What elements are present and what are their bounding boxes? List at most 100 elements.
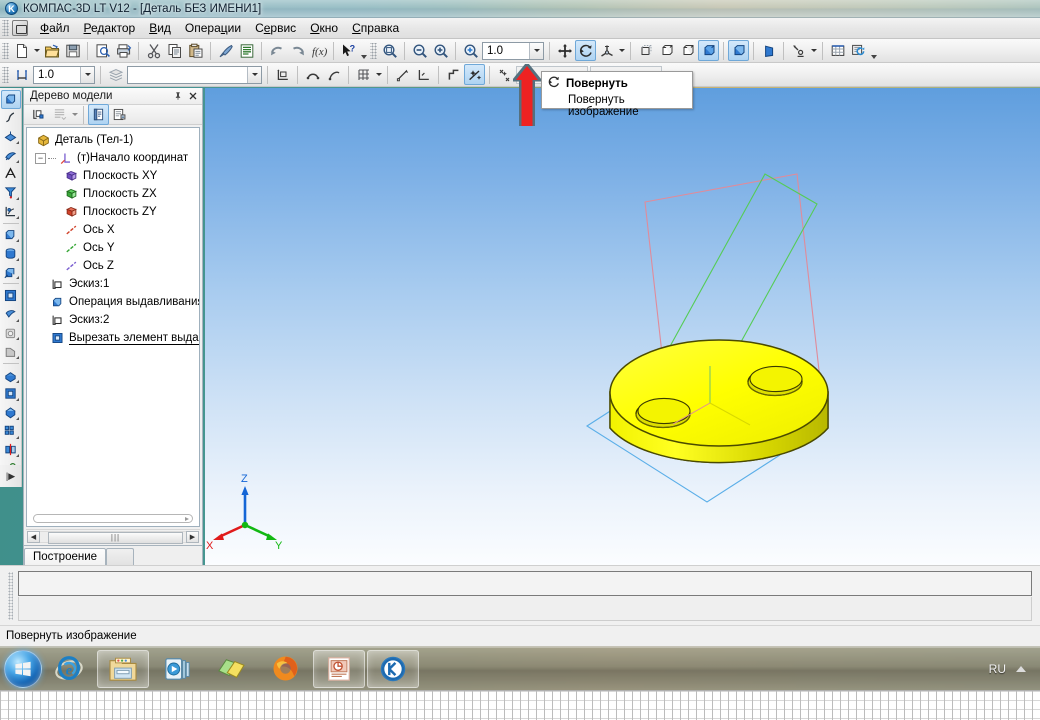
zoom-in-button[interactable]: [430, 40, 451, 61]
triangle-up-icon[interactable]: [1016, 665, 1026, 672]
tree-structure-view-button[interactable]: [109, 104, 130, 125]
global-snaps-button[interactable]: [464, 64, 485, 85]
print-preview-button[interactable]: [92, 40, 113, 61]
taskbar-kompas-3d[interactable]: [367, 649, 419, 688]
start-button[interactable]: [4, 649, 42, 688]
menubar-grip[interactable]: [2, 20, 9, 36]
ortho-button[interactable]: [443, 64, 464, 85]
tree-model-view-button[interactable]: [88, 104, 109, 125]
toolbar-standard-grip[interactable]: [2, 42, 9, 59]
rebuild-button[interactable]: [848, 40, 869, 61]
properties-button[interactable]: [236, 40, 257, 61]
grid-dropdown[interactable]: [374, 64, 383, 85]
tree-expander-collapse[interactable]: −: [35, 152, 46, 164]
tree-inner-horizontal-scrollbar[interactable]: [33, 514, 193, 523]
compact-panel-expand-button[interactable]: |▶: [0, 465, 22, 487]
toolbar-view-overflow[interactable]: [869, 41, 878, 61]
dimension-button[interactable]: [1, 165, 21, 184]
forbid-snaps-button[interactable]: [494, 64, 515, 85]
tree-item-plane-zx[interactable]: Плоскость ZX: [27, 185, 199, 203]
shaded-button[interactable]: [728, 40, 749, 61]
cut-button[interactable]: [143, 40, 164, 61]
array-button[interactable]: [1, 422, 21, 441]
orientation-dropdown[interactable]: [617, 40, 626, 61]
geometry-button[interactable]: [0, 90, 21, 109]
zoom-window-button[interactable]: [379, 40, 400, 61]
tree-filter-button[interactable]: [49, 104, 70, 125]
taskbar-firefox[interactable]: [259, 650, 311, 688]
tree-item-cut-extrude[interactable]: Вырезать элемент выдав.: [27, 329, 199, 347]
shell-cut-button[interactable]: [1, 403, 21, 422]
menu-operations[interactable]: Операции: [178, 19, 248, 37]
format-painter-button[interactable]: [215, 40, 236, 61]
local-cs-button[interactable]: [272, 64, 293, 85]
redo-button[interactable]: [287, 40, 308, 61]
tree-filter-dropdown[interactable]: [70, 104, 79, 125]
parametrize-button[interactable]: [302, 64, 323, 85]
menu-service[interactable]: Сервис: [248, 19, 303, 37]
surface-button[interactable]: [1, 127, 21, 146]
rotate-button[interactable]: [575, 40, 596, 61]
model-tree-list[interactable]: Деталь (Тел-1) − (т)Начало координат Пло…: [26, 127, 200, 527]
spline-button[interactable]: [1, 109, 21, 128]
tree-item-axis-y[interactable]: Ось Y: [27, 239, 199, 257]
toolbar-standard-overflow[interactable]: [359, 41, 368, 61]
taskbar-internet-explorer[interactable]: e: [43, 650, 95, 688]
snap-step-button[interactable]: [11, 64, 32, 85]
context-help-button[interactable]: ?: [338, 40, 359, 61]
tree-item-axis-z[interactable]: Ось Z: [27, 257, 199, 275]
pan-button[interactable]: [554, 40, 575, 61]
extrude-cut-button[interactable]: [1, 286, 21, 305]
snap-to-object-button[interactable]: [392, 64, 413, 85]
menu-help[interactable]: Справка: [345, 19, 406, 37]
step-value-combo[interactable]: 1.0: [33, 65, 95, 84]
tab-secondary[interactable]: [106, 548, 135, 565]
revolve-cut-button[interactable]: [1, 305, 21, 324]
tree-structure-button[interactable]: [28, 104, 49, 125]
shaded-with-edges-button[interactable]: [698, 40, 719, 61]
scroll-left-arrow-icon[interactable]: ◀: [27, 530, 40, 543]
tree-item-sketch-2[interactable]: Эскиз:2: [27, 311, 199, 329]
perspective-button[interactable]: [758, 40, 779, 61]
message-history-box[interactable]: [18, 597, 1032, 621]
tab-construction[interactable]: Построение: [24, 548, 107, 565]
new-document-button[interactable]: [11, 40, 32, 61]
shell-button[interactable]: [1, 146, 21, 165]
layer-dropdown-button[interactable]: [247, 66, 261, 83]
section-dropdown[interactable]: [809, 40, 818, 61]
copy-button[interactable]: [164, 40, 185, 61]
mirror-button[interactable]: [1, 441, 21, 460]
hole-button[interactable]: [1, 366, 21, 385]
no-hidden-lines-button[interactable]: [677, 40, 698, 61]
message-input-box[interactable]: [18, 571, 1032, 596]
close-icon[interactable]: [186, 90, 199, 103]
tree-item-sketch-1[interactable]: Эскиз:1: [27, 275, 199, 293]
taskbar-media-player[interactable]: [151, 650, 203, 688]
tree-item-part[interactable]: Деталь (Тел-1): [27, 131, 199, 149]
constraints-button[interactable]: [323, 64, 344, 85]
tree-item-plane-xy[interactable]: Плоскость XY: [27, 167, 199, 185]
hidden-lines-thin-button[interactable]: [656, 40, 677, 61]
annotation-button[interactable]: [1, 183, 21, 202]
toolbar-state-grip[interactable]: [2, 66, 9, 83]
document-icon[interactable]: [12, 20, 28, 36]
extrude-boss-button[interactable]: [1, 226, 21, 245]
fillet-button[interactable]: [1, 324, 21, 343]
toolbar-view-grip[interactable]: [370, 42, 377, 59]
scrollbar-track[interactable]: |||: [40, 530, 186, 544]
sweep-boss-button[interactable]: [1, 263, 21, 282]
taskbar-sticky-notes[interactable]: [205, 650, 257, 688]
scrollbar-thumb[interactable]: |||: [48, 531, 183, 544]
revolve-boss-button[interactable]: [1, 244, 21, 263]
variables-button[interactable]: f(x): [308, 40, 329, 61]
open-document-button[interactable]: [41, 40, 62, 61]
menu-view[interactable]: Вид: [142, 19, 178, 37]
taskbar-powerpoint[interactable]: [313, 649, 365, 688]
zoom-scale-button[interactable]: [460, 40, 481, 61]
zoom-scale-combo[interactable]: 1.0: [482, 41, 544, 60]
model-tree-horizontal-scrollbar[interactable]: ◀ ||| ▶: [26, 529, 200, 544]
menu-file[interactable]: Файл: [33, 19, 77, 37]
rib-button[interactable]: [1, 385, 21, 404]
chamfer-button[interactable]: [1, 342, 21, 361]
snap-angle-button[interactable]: [413, 64, 434, 85]
